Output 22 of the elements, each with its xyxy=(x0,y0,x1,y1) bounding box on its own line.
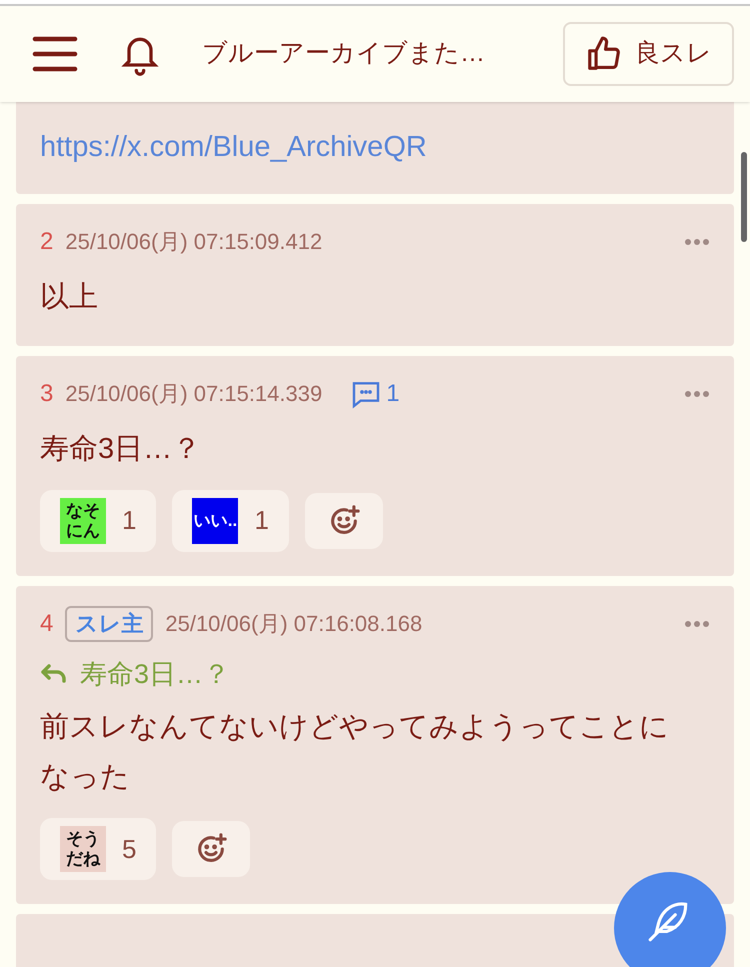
post-number: 2 xyxy=(40,226,54,256)
thread-title: ブルーアーカイブまた… xyxy=(202,38,485,70)
stamp-image: いい.. xyxy=(192,498,238,544)
stamp-image: なそにん xyxy=(60,498,106,544)
good-thread-button[interactable]: 良スレ xyxy=(563,22,734,86)
reaction-count: 5 xyxy=(122,832,136,866)
post-date: 25/10/06(月) 07:15:09.412 xyxy=(65,228,322,256)
post-body: 以上 xyxy=(40,280,99,314)
op-badge: スレ主 xyxy=(65,606,154,642)
reaction-button[interactable]: そうだね 5 xyxy=(40,818,156,880)
post-date: 25/10/06(月) 07:16:08.168 xyxy=(165,610,422,638)
post-body: 前スレなんてないけどやってみようってことになった xyxy=(40,710,670,795)
post-date: 25/10/06(月) 07:15:14.339 xyxy=(65,380,322,408)
reaction-button[interactable]: いい.. 1 xyxy=(172,490,289,552)
reaction-button[interactable]: なそにん 1 xyxy=(40,490,156,552)
post-body: 寿命3日…？ xyxy=(40,432,202,466)
post-number: 3 xyxy=(40,378,54,408)
stamp-image: そうだね xyxy=(60,826,106,872)
post-number: 4 xyxy=(40,608,54,638)
reaction-count: 1 xyxy=(122,504,136,537)
quote-text: 寿命3日…？ xyxy=(80,658,230,690)
reaction-count: 1 xyxy=(254,504,269,537)
